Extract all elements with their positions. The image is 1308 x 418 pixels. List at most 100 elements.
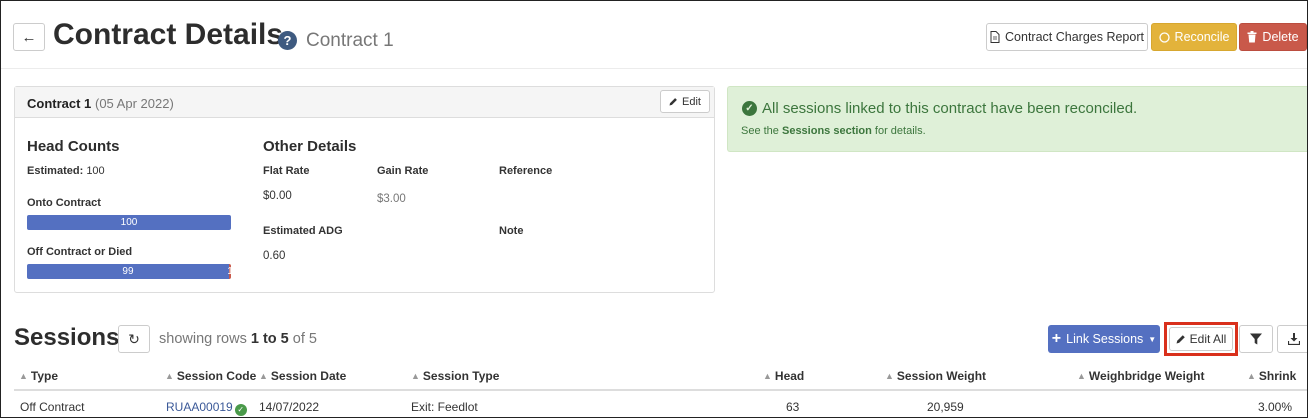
column-header-weighbridge-weight[interactable]: ▲︎ Weighbridge Weight — [1077, 369, 1204, 383]
document-icon — [990, 31, 1000, 43]
reconcile-button[interactable]: Reconcile — [1151, 23, 1237, 51]
cell-session-date: 14/07/2022 — [259, 400, 320, 414]
estimated-adg-value: 0.60 — [263, 250, 286, 262]
column-label-session-date: Session Date — [270, 369, 347, 383]
refresh-icon: ↻ — [128, 330, 140, 347]
cell-type: Off Contract — [20, 400, 85, 414]
back-button[interactable]: ← — [13, 23, 45, 51]
note-label: Note — [499, 225, 524, 237]
report-button-label: Contract Charges Report — [1005, 30, 1144, 44]
alert-body: See the Sessions section for details. — [741, 125, 926, 137]
circle-icon — [1158, 31, 1170, 43]
alert-title: All sessions linked to this contract hav… — [762, 100, 1138, 117]
off-contract-bar-fill: 99 — [27, 264, 229, 279]
sessions-section-link[interactable]: Sessions section — [782, 125, 872, 137]
sort-icon: ▲︎ — [1247, 371, 1256, 381]
rows-info: showing rows 1 to 5 of 5 — [159, 331, 317, 347]
filter-button[interactable] — [1239, 325, 1273, 353]
cell-session-type: Exit: Feedlot — [411, 400, 478, 414]
estimated-adg-label: Estimated ADG — [263, 225, 343, 237]
column-header-type[interactable]: ▲︎ Type — [19, 369, 58, 383]
check-circle-icon: ✓ — [234, 403, 247, 416]
table-header-divider — [14, 389, 1307, 391]
session-code-link[interactable]: RUAA00019 — [166, 400, 233, 414]
reference-label: Reference — [499, 165, 553, 177]
sort-icon: ▲︎ — [259, 371, 268, 381]
cell-session-weight: 20,959 — [927, 400, 964, 414]
pencil-icon — [1176, 335, 1185, 344]
column-header-session-type[interactable]: ▲︎ Session Type — [411, 369, 499, 383]
rows-of: of — [288, 331, 309, 347]
column-label-type: Type — [30, 369, 59, 383]
link-sessions-button[interactable]: + Link Sessions ▼ — [1048, 325, 1160, 353]
arrow-left-icon: ← — [21, 28, 37, 46]
onto-contract-bar-fill: 100 — [27, 215, 231, 230]
gain-rate-label: Gain Rate — [377, 165, 429, 177]
contract-name: Contract 1 — [27, 96, 92, 111]
flat-rate-value: $0.00 — [263, 190, 292, 202]
edit-all-highlight: Edit All — [1164, 322, 1238, 356]
sort-icon: ▲︎ — [165, 371, 174, 381]
column-label-head: Head — [774, 369, 805, 383]
died-bar-fill: 1 — [227, 264, 231, 279]
sort-icon: ▲︎ — [885, 371, 894, 381]
download-button[interactable] — [1277, 325, 1307, 353]
cell-shrink: 3.00% — [1258, 400, 1293, 414]
page-subtitle: Contract 1 — [306, 30, 394, 51]
column-header-session-code[interactable]: ▲︎ Session Code — [165, 369, 256, 383]
reconciled-alert: ✓ All sessions linked to this contract h… — [727, 86, 1307, 152]
edit-all-label: Edit All — [1189, 332, 1227, 346]
question-circle-icon[interactable]: ? — [278, 31, 297, 50]
sort-icon: ▲︎ — [19, 371, 28, 381]
column-label-weighbridge-weight: Weighbridge Weight — [1088, 369, 1205, 383]
page-title: Contract Details — [53, 18, 284, 51]
onto-contract-bar: 100 — [27, 215, 231, 230]
column-label-session-weight: Session Weight — [896, 369, 987, 383]
off-contract-label: Off Contract or Died — [27, 246, 133, 258]
onto-contract-label: Onto Contract — [27, 197, 101, 209]
rows-total: 5 — [308, 331, 317, 347]
rows-range: 1 to 5 — [250, 331, 289, 347]
trash-icon — [1247, 31, 1257, 43]
column-header-session-weight[interactable]: ▲︎ Session Weight — [885, 369, 986, 383]
contract-date: (05 Apr 2022) — [95, 96, 174, 111]
other-details-title: Other Details — [263, 138, 357, 155]
gain-rate-value: $3.00 — [377, 193, 406, 205]
delete-button-label: Delete — [1262, 30, 1299, 44]
column-header-shrink[interactable]: ▲︎ Shrink — [1247, 369, 1296, 383]
sessions-title: Sessions — [14, 324, 120, 351]
refresh-button[interactable]: ↻ — [118, 325, 150, 353]
column-label-session-code: Session Code — [176, 369, 257, 383]
contract-charges-report-button[interactable]: Contract Charges Report — [986, 23, 1148, 51]
reconcile-button-label: Reconcile — [1174, 30, 1230, 44]
column-label-session-type: Session Type — [422, 369, 500, 383]
contract-panel: Contract 1 (05 Apr 2022) Edit Head Count… — [14, 86, 715, 293]
head-counts-title: Head Counts — [27, 138, 120, 155]
estimated-label-text: Estimated: — [27, 165, 84, 177]
column-header-head[interactable]: ▲︎ Head — [763, 369, 804, 383]
column-label-shrink: Shrink — [1258, 369, 1297, 383]
flat-rate-label: Flat Rate — [263, 165, 310, 177]
rows-prefix: showing rows — [159, 331, 251, 347]
alert-body-prefix: See the — [741, 125, 782, 137]
edit-contract-button[interactable]: Edit — [660, 90, 710, 113]
plus-icon: + — [1051, 330, 1062, 347]
alert-body-suffix: for details. — [871, 125, 926, 137]
caret-down-icon: ▼ — [1148, 334, 1157, 344]
delete-button[interactable]: Delete — [1239, 23, 1307, 51]
sort-icon: ▲︎ — [763, 371, 772, 381]
contract-panel-header: Contract 1 (05 Apr 2022) Edit — [15, 87, 714, 118]
sort-icon: ▲︎ — [1077, 371, 1086, 381]
estimated-value: 100 — [86, 165, 105, 177]
edit-all-button[interactable]: Edit All — [1169, 327, 1233, 351]
pencil-icon — [669, 98, 677, 106]
link-sessions-label: Link Sessions — [1066, 332, 1144, 346]
edit-button-label: Edit — [682, 95, 701, 108]
check-circle-icon: ✓ — [742, 101, 757, 116]
off-contract-bar: 99 1 — [27, 264, 231, 279]
cell-head: 63 — [786, 400, 800, 414]
header-divider — [1, 68, 1307, 69]
column-header-session-date[interactable]: ▲︎ Session Date — [259, 369, 346, 383]
filter-icon — [1250, 333, 1262, 345]
app-window: ← Contract Details ? Contract 1 Contract… — [0, 0, 1308, 418]
